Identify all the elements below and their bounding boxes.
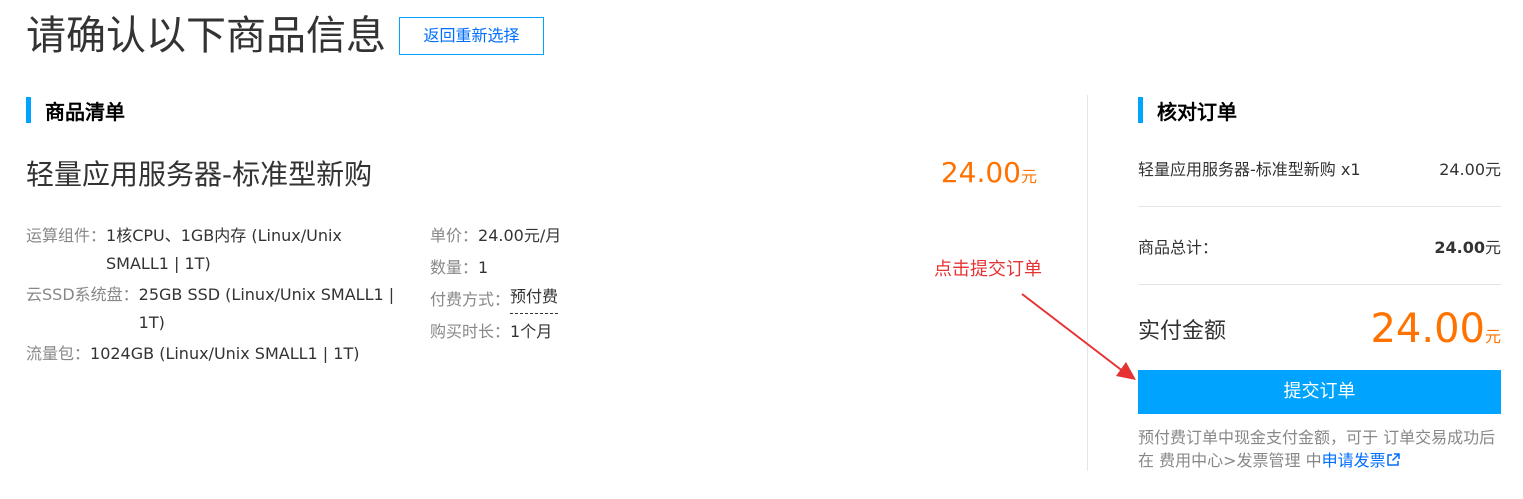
external-link-icon[interactable] (1386, 450, 1400, 473)
order-check-header: 核对订单 (1138, 97, 1237, 124)
order-line-item: 轻量应用服务器-标准型新购 x1 24.00元 (1138, 156, 1501, 180)
product-price-value: 24.00 (940, 156, 1021, 189)
spec-value: 1024GB (Linux/Unix SMALL1 | 1T) (90, 344, 360, 363)
submit-order-button[interactable]: 提交订单 (1138, 370, 1501, 414)
section-accent-bar (26, 97, 31, 123)
line-item-amount: 24.00元 (1439, 160, 1501, 179)
spec-unit-price: 单价： 24.00元/月 (430, 222, 561, 250)
summary-divider (1138, 206, 1501, 207)
spec-label: 云SSD系统盘： (26, 285, 139, 304)
invoice-note: 预付费订单中现金支付金额，可于 订单交易成功后 在 费用中心>发票管理 中申请发… (1138, 426, 1508, 473)
spec-label: 运算组件： (26, 226, 107, 245)
line-item-name: 轻量应用服务器-标准型新购 x1 (1138, 160, 1361, 179)
spec-payment-method: 付费方式： 预付费 (430, 286, 559, 314)
product-price: 24.00元 (941, 156, 1037, 189)
total-unit: 元 (1484, 238, 1501, 257)
order-total-row: 商品总计： 24.00元 (1138, 234, 1501, 258)
spec-value: 1个月 (510, 322, 553, 341)
section-accent-bar (1138, 97, 1143, 123)
spec-label: 单价： (430, 226, 479, 245)
spec-ssd: 云SSD系统盘： 25GB SSD (Linux/Unix SMALL1 | 1… (26, 281, 406, 337)
prepaid-tooltip-trigger[interactable]: 预付费 (510, 286, 559, 314)
column-divider (1087, 95, 1088, 471)
spec-value: 24.00元/月 (478, 226, 562, 245)
spec-value: 1 (478, 258, 489, 277)
product-list-title: 商品清单 (45, 99, 125, 124)
spec-value: 1核CPU、1GB内存 (Linux/Unix SMALL1 | 1T) (106, 226, 342, 273)
order-check-title: 核对订单 (1157, 99, 1237, 124)
spec-label: 数量： (430, 258, 479, 277)
payable-amount-unit: 元 (1484, 327, 1501, 346)
spec-quantity: 数量： 1 (430, 254, 488, 282)
payable-amount: 24.00元 (1370, 306, 1501, 352)
page-title: 请确认以下商品信息 (26, 13, 386, 59)
total-amount: 24.00 (1434, 238, 1485, 257)
payable-label: 实付金额 (1138, 319, 1227, 344)
summary-divider (1138, 284, 1501, 285)
product-list-header: 商品清单 (26, 97, 125, 124)
apply-invoice-link[interactable]: 申请发票 (1322, 451, 1386, 470)
product-price-unit: 元 (1020, 167, 1037, 186)
spec-duration: 购买时长： 1个月 (430, 318, 552, 346)
spec-compute: 运算组件： 1核CPU、1GB内存 (Linux/Unix SMALL1 | 1… (26, 222, 386, 278)
payable-amount-value: 24.00 (1370, 306, 1485, 352)
product-name: 轻量应用服务器-标准型新购 (26, 158, 373, 191)
spec-label: 购买时长： (430, 322, 511, 341)
annotation-arrow-icon (1021, 293, 1136, 380)
spec-label: 流量包： (26, 344, 91, 363)
back-reselect-button[interactable]: 返回重新选择 (399, 17, 544, 55)
invoice-note-text: 预付费订单中现金支付金额，可于 订单交易成功后 在 费用中心>发票管理 中 (1138, 428, 1496, 470)
spec-traffic: 流量包： 1024GB (Linux/Unix SMALL1 | 1T) (26, 340, 359, 368)
annotation-click-submit: 点击提交订单 (934, 259, 1042, 280)
spec-label: 付费方式： (430, 290, 511, 309)
total-label: 商品总计： (1138, 238, 1219, 257)
spec-value: 25GB SSD (Linux/Unix SMALL1 | 1T) (138, 285, 395, 332)
